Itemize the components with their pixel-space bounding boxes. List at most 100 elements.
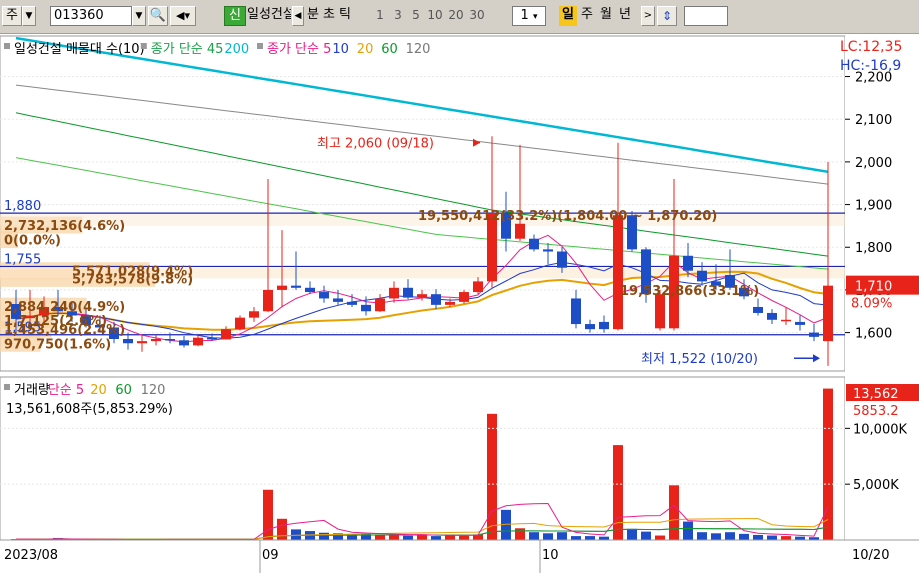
- volume-bar: [291, 529, 301, 540]
- period-day[interactable]: 일: [559, 6, 577, 26]
- up-down-arrow-icon[interactable]: ⇕: [657, 6, 677, 26]
- interval-5[interactable]: 5: [408, 6, 424, 26]
- price-tick-label: 1,600: [855, 327, 892, 342]
- interval-3-label: 3: [394, 8, 402, 22]
- volume-bar: [459, 535, 469, 540]
- chart-type-sec-label: 초: [323, 7, 335, 22]
- code-dropdown-icon[interactable]: ▼: [132, 6, 146, 26]
- volume-legend-item: 20: [90, 383, 107, 398]
- volume-bar: [641, 531, 651, 540]
- volume-bar: [529, 532, 539, 540]
- candle-body: [767, 312, 777, 320]
- volume-legend-item: 60: [115, 383, 132, 398]
- volume-bar: [725, 532, 735, 540]
- price-tick-label: 2,000: [855, 156, 892, 171]
- prev-arrow-icon[interactable]: ◀: [292, 6, 304, 26]
- extra-input[interactable]: [684, 6, 728, 26]
- range-annotation: 19,550,412(33.2%)(1,804.00 ~ 1,870.20): [418, 209, 717, 224]
- period-year[interactable]: 년: [616, 6, 634, 26]
- candle-body: [823, 285, 833, 342]
- candle-body: [193, 337, 203, 346]
- chart-type-tick-label: 틱: [339, 7, 351, 22]
- lc-info: LC:12,35: [840, 39, 902, 55]
- volume-bar: [669, 485, 679, 540]
- chart-type-tick[interactable]: 틱: [337, 6, 353, 26]
- candle-body: [179, 340, 189, 346]
- next-arrow-icon[interactable]: >: [641, 6, 655, 26]
- period-week[interactable]: 주: [578, 6, 596, 26]
- candle-body: [697, 270, 707, 282]
- stock-chart-window: 주 ▼ 013360 ▼ 🔍 ◀▾ 신 일성건설 ◀ 분 초 틱 1 3 5 1…: [0, 0, 919, 573]
- last-change-label: 8.09%: [851, 297, 892, 312]
- candle-body: [473, 281, 483, 293]
- candle-body: [515, 223, 525, 239]
- volume-tick-label: 5,000K: [853, 478, 899, 493]
- volume-bar: [683, 521, 693, 540]
- x-axis-label: 2023/08: [4, 548, 58, 563]
- candle-body: [809, 332, 819, 337]
- stock-code-value: 013360: [54, 8, 104, 23]
- search-icon[interactable]: 🔍: [148, 6, 168, 26]
- volume-bar: [627, 528, 637, 540]
- volume-bar: [403, 535, 413, 540]
- candle-body: [375, 298, 385, 312]
- interval-10-label: 10: [427, 8, 443, 22]
- volume-profile-label: 1,453,496(2.4%): [4, 323, 125, 338]
- volume-bar: [781, 536, 791, 540]
- legend-marker: [257, 43, 263, 49]
- market-dropdown-icon[interactable]: ▼: [22, 6, 36, 26]
- volume-profile-label: 0(0.0%): [4, 234, 61, 249]
- volume-bar: [557, 532, 567, 540]
- period-year-label: 년: [619, 7, 631, 22]
- price-panel: [0, 35, 846, 372]
- volume-bar: [795, 536, 805, 540]
- stock-code-input[interactable]: 013360: [50, 6, 132, 26]
- candle-body: [431, 294, 441, 305]
- price-legend-item: 200: [224, 42, 249, 57]
- price-legend-item: 종가 단순 5: [267, 42, 331, 57]
- volume-bar: [613, 445, 623, 540]
- volume-bar: [599, 536, 609, 540]
- stock-name: 일성건설: [247, 6, 291, 26]
- interval-5-label: 5: [412, 8, 420, 22]
- candle-body: [403, 287, 413, 298]
- volume-bar: [487, 413, 497, 540]
- interval-input-value: 1: [520, 8, 529, 23]
- last-volume-label: 13,562: [853, 387, 899, 402]
- interval-30[interactable]: 30: [467, 6, 487, 26]
- price-tick-label: 2,100: [855, 113, 892, 128]
- low-annotation: 최저 1,522 (10/20): [641, 352, 758, 367]
- interval-3[interactable]: 3: [390, 6, 406, 26]
- speaker-icon[interactable]: ◀▾: [170, 6, 196, 26]
- high-annotation: 최고 2,060 (09/18): [317, 137, 434, 152]
- price-legend-item: 종가 단순 45: [151, 42, 224, 57]
- period-week-label: 주: [581, 7, 593, 22]
- interval-30-label: 30: [469, 8, 485, 22]
- interval-input[interactable]: 1 ▾: [512, 6, 546, 26]
- price-legend-item: 60: [381, 42, 398, 57]
- period-month-label: 월: [600, 7, 612, 22]
- interval-20[interactable]: 20: [446, 6, 466, 26]
- interval-10[interactable]: 10: [425, 6, 445, 26]
- price-legend-item: 20: [357, 42, 374, 57]
- volume-tick-label: 10,000K: [853, 422, 907, 437]
- market-selector[interactable]: 주: [2, 6, 22, 26]
- new-listing-tab[interactable]: 신: [224, 6, 246, 26]
- volume-bar: [515, 528, 525, 540]
- volume-legend-item: 단순 5: [48, 383, 84, 398]
- chart-type-sec[interactable]: 초: [321, 6, 337, 26]
- candle-body: [235, 317, 245, 330]
- chart-type-min[interactable]: 분: [305, 6, 321, 26]
- chart-type-min-label: 분: [307, 7, 319, 22]
- candle-body: [389, 287, 399, 299]
- volume-bar: [823, 388, 833, 540]
- candle-body: [795, 321, 805, 325]
- period-month[interactable]: 월: [597, 6, 615, 26]
- interval-1[interactable]: 1: [372, 6, 388, 26]
- candle-body: [165, 338, 175, 341]
- period-day-label: 일: [562, 7, 574, 22]
- volume-info: 13,561,608주(5,853.29%): [6, 402, 173, 417]
- volume-bar: [319, 532, 329, 540]
- price-tick-label: 1,800: [855, 241, 892, 256]
- candle-body: [655, 294, 665, 329]
